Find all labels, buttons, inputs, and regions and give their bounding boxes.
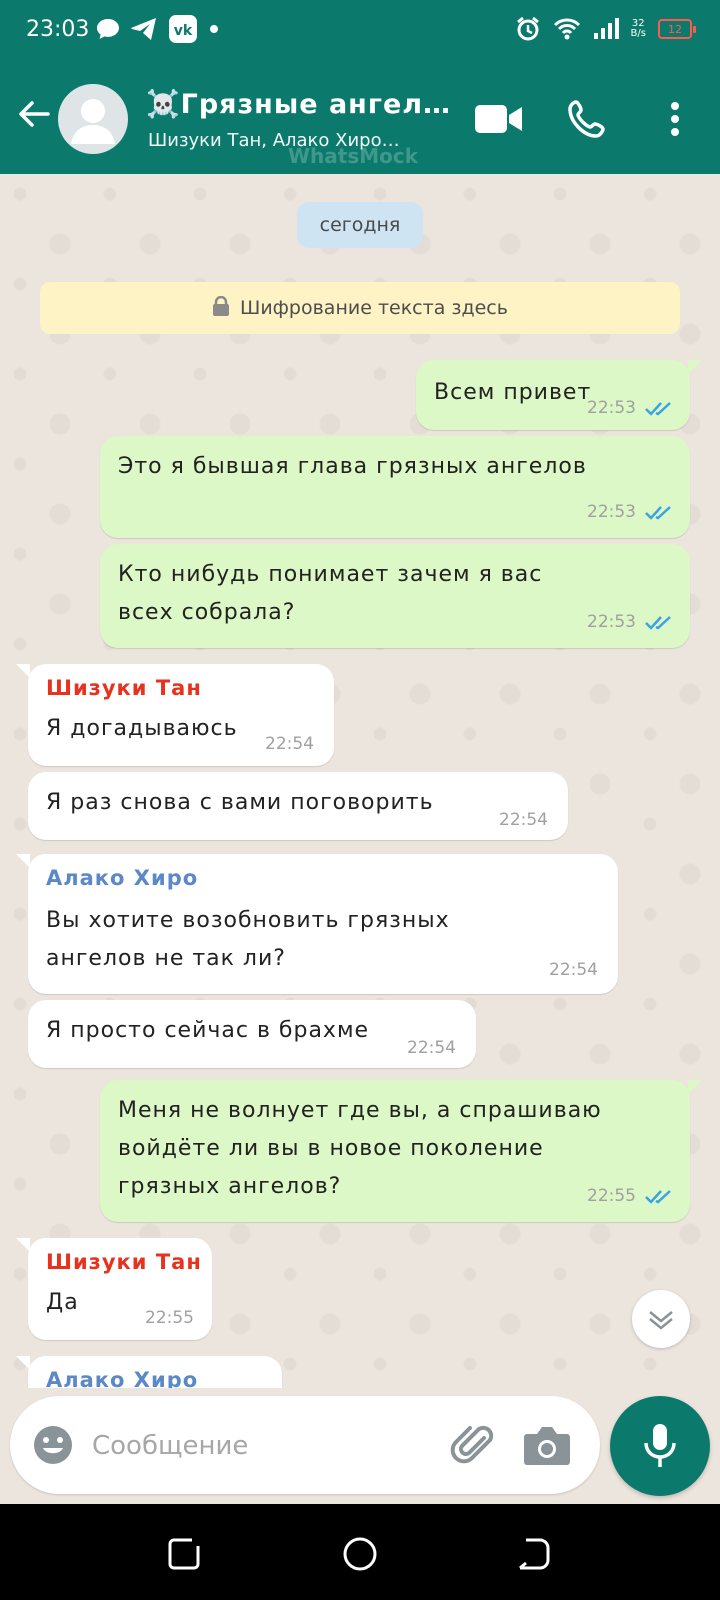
encryption-text: Шифрование текста здесь <box>240 297 508 319</box>
group-title[interactable]: ☠️Грязные ангел… <box>146 88 451 120</box>
chat-area[interactable]: сегодня Шифрование текста здесь Всем при… <box>0 174 720 1388</box>
encryption-notice[interactable]: Шифрование текста здесь <box>40 282 680 334</box>
sender-name[interactable]: Шизуки Тан <box>46 676 202 700</box>
double-check-icon <box>645 1190 671 1204</box>
mic-button[interactable] <box>610 1396 710 1496</box>
sender-name[interactable]: Алако Хиро <box>46 866 198 890</box>
telegram-icon <box>130 14 158 44</box>
status-bar: 23:03 vk 32 B/s 12 <box>0 0 720 64</box>
message-time: 22:55 <box>145 1308 194 1328</box>
message-time: 22:53 <box>587 398 636 418</box>
message-bubble-incoming[interactable]: Шизуки Тан Я догадываюсь 22:54 <box>16 664 334 766</box>
emoji-icon[interactable] <box>32 1424 74 1466</box>
message-text: Меня не волнует где вы, а спрашиваю <box>118 1098 602 1123</box>
vk-icon: vk <box>168 14 198 44</box>
sender-name[interactable]: Алако Хиро <box>46 1368 198 1388</box>
camera-icon[interactable] <box>522 1422 572 1468</box>
signal-icon <box>593 14 619 44</box>
sender-name[interactable]: Шизуки Тан <box>46 1250 202 1274</box>
group-avatar[interactable] <box>58 84 128 154</box>
message-text: Я догадываюсь <box>46 716 238 741</box>
message-time: 22:53 <box>587 612 636 632</box>
message-text: Всем привет <box>434 380 592 405</box>
video-call-icon[interactable] <box>474 96 524 142</box>
message-time: 22:55 <box>587 1186 636 1206</box>
system-navigation-bar <box>0 1504 720 1600</box>
message-time: 22:54 <box>407 1038 456 1058</box>
message-bubble-incoming[interactable]: Я просто сейчас в брахме 22:54 <box>28 1000 476 1068</box>
chat-notification-icon <box>96 14 120 44</box>
message-time: 22:53 <box>587 502 636 522</box>
watermark: WhatsMock <box>288 144 419 168</box>
svg-text:vk: vk <box>174 23 193 39</box>
lock-icon <box>212 295 230 321</box>
message-input[interactable] <box>90 1420 434 1472</box>
wifi-icon <box>553 14 581 44</box>
message-text: ангелов не так ли? <box>46 946 286 971</box>
notification-icons: vk <box>96 14 220 44</box>
message-composer <box>10 1396 600 1494</box>
message-bubble-outgoing[interactable]: Это я бывшая глава грязных ангелов 22:53 <box>100 436 690 538</box>
message-text: всех собрала? <box>118 600 296 625</box>
message-time: 22:54 <box>265 734 314 754</box>
network-speed: 32 B/s <box>630 18 646 39</box>
message-bubble-outgoing[interactable]: Всем привет 22:53 <box>416 360 702 430</box>
message-bubble-incoming[interactable]: Шизуки Тан Да 22:55 <box>16 1238 212 1340</box>
message-text: Я просто сейчас в брахме <box>46 1018 370 1043</box>
back-nav-icon[interactable] <box>512 1532 556 1576</box>
message-bubble-incoming[interactable]: Алако Хиро Вы хотите возобновить грязных… <box>16 854 618 994</box>
chat-header: ☠️Грязные ангел… Шизуки Тан, Алако Хиро…… <box>0 64 720 174</box>
message-bubble-incoming[interactable]: Я раз снова с вами поговорить 22:54 <box>28 772 568 840</box>
dot-icon <box>208 14 220 44</box>
message-bubble-incoming[interactable]: Алако Хиро <box>16 1356 282 1388</box>
message-text: Кто нибудь понимает зачем я вас <box>118 562 543 587</box>
double-check-icon <box>645 506 671 520</box>
message-text: Это я бывшая глава грязных ангелов <box>118 454 587 479</box>
date-chip: сегодня <box>297 202 423 248</box>
battery-icon: 12 <box>658 19 696 39</box>
scroll-to-bottom-button[interactable] <box>632 1290 690 1348</box>
message-text: войдёте ли вы в новое поколение <box>118 1136 544 1161</box>
message-text: Да <box>46 1290 79 1315</box>
message-bubble-outgoing[interactable]: Кто нибудь понимает зачем я вас всех соб… <box>100 544 690 648</box>
system-icons: 32 B/s 12 <box>515 14 696 44</box>
back-arrow-icon[interactable] <box>14 94 54 134</box>
message-text: Я раз снова с вами поговорить <box>46 790 434 815</box>
recents-icon[interactable] <box>162 1532 206 1576</box>
message-bubble-outgoing[interactable]: Меня не волнует где вы, а спрашиваю войд… <box>100 1080 702 1222</box>
voice-call-icon[interactable] <box>562 96 612 142</box>
attach-icon[interactable] <box>450 1420 500 1470</box>
message-time: 22:54 <box>549 960 598 980</box>
alarm-icon <box>515 14 541 44</box>
status-time: 23:03 <box>26 17 90 42</box>
message-text: грязных ангелов? <box>118 1174 342 1199</box>
more-vert-icon[interactable] <box>650 96 700 142</box>
double-check-icon <box>645 616 671 630</box>
chevron-down-icon <box>649 1311 673 1330</box>
mic-icon <box>644 1424 676 1467</box>
double-check-icon <box>645 402 671 416</box>
home-icon[interactable] <box>338 1532 382 1576</box>
message-text: Вы хотите возобновить грязных <box>46 908 450 933</box>
message-time: 22:54 <box>499 810 548 830</box>
